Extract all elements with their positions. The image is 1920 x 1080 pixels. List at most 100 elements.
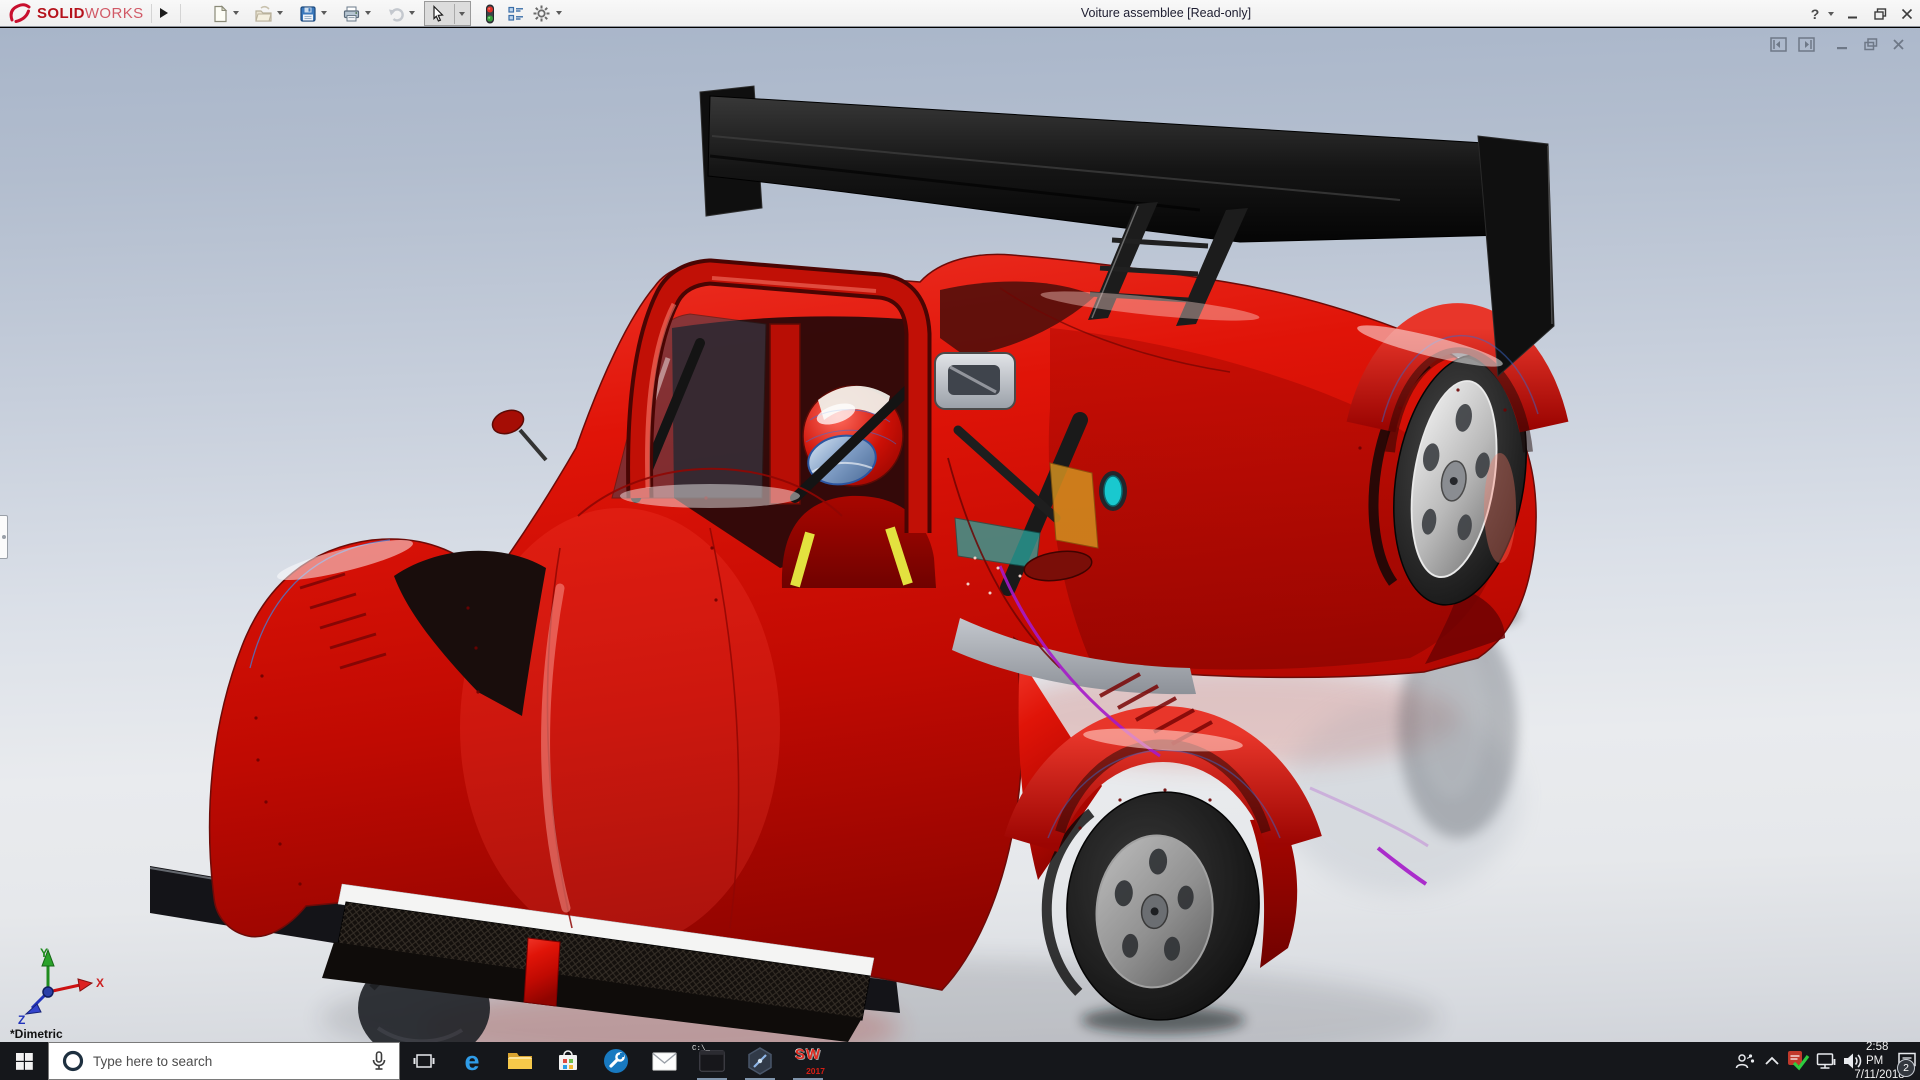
triad-x-label: X: [96, 976, 104, 990]
menu-flyout-arrow[interactable]: [160, 8, 168, 18]
start-button[interactable]: [0, 1042, 48, 1080]
microsoft-store-icon: [556, 1049, 580, 1073]
pane-right-icon[interactable]: [1797, 36, 1816, 53]
undo-button[interactable]: [384, 2, 407, 25]
window-title: Voiture assemblee [Read-only]: [1066, 6, 1266, 20]
undo-dropdown[interactable]: [409, 11, 415, 15]
new-document-button[interactable]: [208, 2, 231, 25]
print-button[interactable]: [340, 2, 363, 25]
network-icon: [1815, 1051, 1837, 1071]
print-icon: [342, 5, 361, 23]
taskbar-app-hexagon[interactable]: [736, 1042, 784, 1080]
open-button[interactable]: [252, 2, 275, 25]
select-tool-button[interactable]: [426, 2, 449, 25]
save-dropdown[interactable]: [321, 11, 327, 15]
select-tool-group: [424, 1, 471, 26]
close-button[interactable]: [1896, 4, 1918, 23]
select-tool-dropdown[interactable]: [459, 12, 465, 16]
new-document-icon: [211, 5, 229, 23]
windows-taskbar: e: [0, 1042, 1920, 1080]
graphics-viewport[interactable]: Y X Z *Dimetric: [0, 28, 1920, 1042]
triad-z-label: Z: [18, 1013, 25, 1026]
sw-check-icon: [1787, 1050, 1810, 1072]
taskbar-app-file-explorer[interactable]: [496, 1042, 544, 1080]
save-button[interactable]: [296, 2, 319, 25]
orientation-triad: Y X Z: [10, 944, 106, 1026]
separator: [151, 4, 152, 23]
taskbar-app-store[interactable]: [544, 1042, 592, 1080]
solidworks-logo-text: SOLIDWORKS: [37, 5, 144, 22]
action-center-button[interactable]: 2: [1893, 1042, 1920, 1080]
options-dropdown[interactable]: [556, 11, 562, 15]
restore-icon: [1874, 8, 1887, 20]
print-dropdown[interactable]: [365, 11, 371, 15]
help-dropdown[interactable]: [1828, 12, 1834, 16]
system-tray: 2:58 PM 7/11/2018 2: [1731, 1042, 1920, 1080]
separator: [180, 4, 181, 23]
edge-icon: e: [464, 1048, 479, 1075]
tray-overflow-button[interactable]: [1758, 1042, 1785, 1080]
search-input[interactable]: [93, 1054, 369, 1069]
options-list-icon: [507, 5, 525, 23]
view-orientation-label: *Dimetric: [10, 1027, 63, 1041]
minimize-button[interactable]: [1842, 4, 1864, 23]
taskbar-spacer: [832, 1042, 1731, 1080]
taskbar-app-mail[interactable]: [640, 1042, 688, 1080]
solidworks-logo-icon: [8, 2, 34, 25]
cortana-icon: [61, 1049, 85, 1073]
chevron-up-icon: [1764, 1055, 1780, 1067]
solidworks-logo: SOLIDWORKS: [8, 2, 144, 25]
taskbar-search[interactable]: [48, 1042, 400, 1080]
undo-icon: [387, 5, 405, 23]
wrench-circle-icon: [603, 1048, 629, 1074]
minimize-icon: [1847, 8, 1859, 20]
options-button[interactable]: [530, 2, 553, 25]
file-explorer-icon: [507, 1050, 533, 1072]
taskbar-app-edge[interactable]: e: [448, 1042, 496, 1080]
grille-divider: [524, 938, 560, 1006]
document-restore-button[interactable]: [1861, 36, 1880, 53]
notification-badge: 2: [1897, 1059, 1915, 1077]
windows-logo-icon: [16, 1053, 33, 1070]
taskbar-app-settings-tool[interactable]: [592, 1042, 640, 1080]
separator: [454, 4, 455, 24]
save-icon: [299, 5, 317, 23]
triad-y-label: Y: [40, 946, 48, 960]
task-view-icon: [413, 1051, 435, 1071]
tray-time: 2:58 PM: [1866, 1040, 1893, 1068]
hexagon-app-icon: [747, 1047, 773, 1075]
restore-button[interactable]: [1869, 4, 1891, 23]
taskbar-app-command-prompt[interactable]: C:\_: [688, 1042, 736, 1080]
display-settings-button[interactable]: [504, 2, 527, 25]
race-car-model[interactable]: [0, 28, 1920, 1042]
microphone-icon[interactable]: [369, 1050, 389, 1072]
titlebar: SOLIDWORKS: [0, 0, 1920, 27]
open-folder-icon: [254, 5, 273, 23]
rebuild-button[interactable]: [478, 2, 501, 25]
amber-panel: [1050, 463, 1098, 548]
mail-icon: [652, 1052, 677, 1071]
intake-mirror-box[interactable]: [935, 353, 1015, 409]
gear-icon: [532, 4, 551, 23]
help-button[interactable]: ?: [1804, 4, 1826, 23]
command-prompt-label: C:\_: [692, 1045, 710, 1053]
document-minimize-button[interactable]: [1833, 36, 1852, 53]
task-view-button[interactable]: [400, 1042, 448, 1080]
network-button[interactable]: [1812, 1042, 1839, 1080]
new-document-dropdown[interactable]: [233, 11, 239, 15]
close-icon: [1901, 8, 1913, 20]
open-dropdown[interactable]: [277, 11, 283, 15]
document-close-button[interactable]: [1889, 36, 1908, 53]
people-button[interactable]: [1731, 1042, 1758, 1080]
taskbar-clock[interactable]: 2:58 PM 7/11/2018: [1866, 1042, 1893, 1080]
select-cursor-icon: [429, 5, 446, 23]
people-icon: [1734, 1051, 1755, 1071]
feature-pane-handle[interactable]: [0, 515, 8, 559]
command-prompt-icon: [699, 1050, 725, 1072]
solidworks-resource-monitor[interactable]: [1785, 1042, 1812, 1080]
taskbar-app-solidworks-2017[interactable]: SW 2017: [784, 1042, 832, 1080]
pane-left-icon[interactable]: [1769, 36, 1788, 53]
traffic-light-rebuild-icon: [482, 4, 498, 24]
document-window-controls: [1769, 36, 1908, 53]
solidworks-2017-icon: SW 2017: [791, 1046, 825, 1076]
